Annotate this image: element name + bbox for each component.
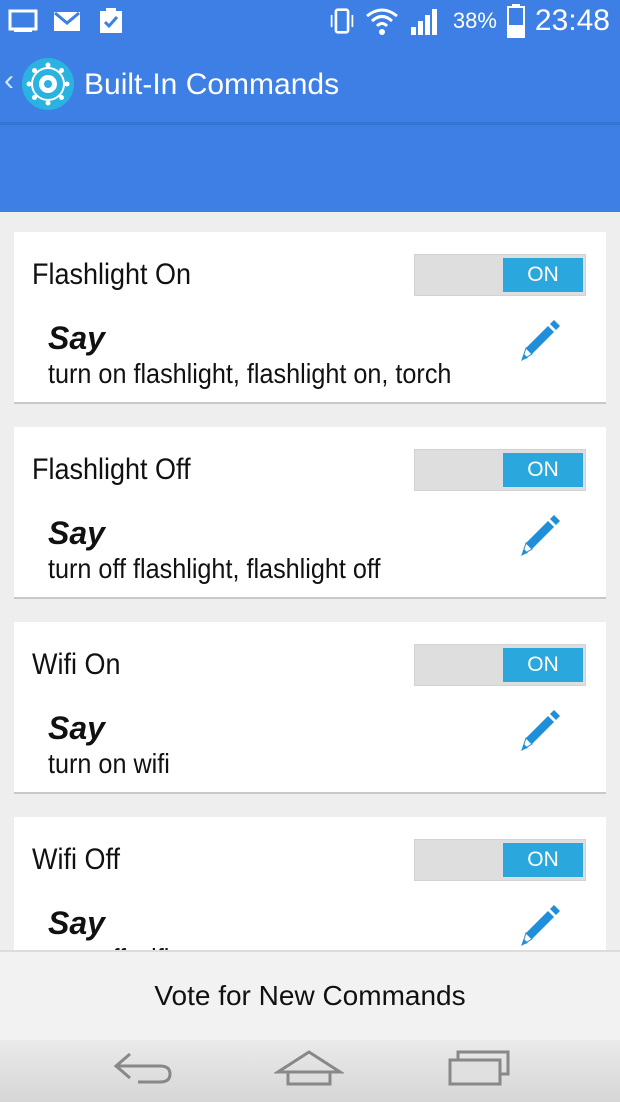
chevron-left-icon[interactable]: ‹ <box>4 66 14 96</box>
status-bar: 38% 23:48 <box>0 0 620 44</box>
say-row: Say turn on wifi <box>48 710 488 782</box>
command-toggle[interactable]: ON <box>414 644 586 686</box>
cast-icon <box>8 9 38 32</box>
toggle-on-label: ON <box>503 648 583 682</box>
command-toggle[interactable]: ON <box>414 839 586 881</box>
pencil-icon[interactable] <box>514 511 562 559</box>
say-phrases: turn on wifi <box>48 748 170 779</box>
vibrate-icon <box>330 8 354 34</box>
say-label: Say <box>48 320 105 356</box>
say-row: Say turn off wifi <box>48 905 488 950</box>
say-phrases: turn on flashlight, flashlight on, torch <box>48 358 452 389</box>
clock: 23:48 <box>534 4 610 37</box>
command-card-wifi-on: Wifi On ON Say turn on wifi <box>14 622 606 794</box>
say-row: Say turn on flashlight, flashlight on, t… <box>48 320 488 392</box>
command-card-wifi-off: Wifi Off ON Say turn off wifi <box>14 817 606 950</box>
say-label: Say <box>48 710 105 746</box>
command-toggle[interactable]: ON <box>414 449 586 491</box>
command-toggle[interactable]: ON <box>414 254 586 296</box>
toggle-on-label: ON <box>503 453 583 487</box>
system-nav-bar <box>0 1040 620 1102</box>
header-extension <box>0 125 620 212</box>
command-title: Wifi On <box>32 648 121 681</box>
say-row: Say turn off flashlight, flashlight off <box>48 515 488 587</box>
signal-icon <box>410 9 437 35</box>
command-card-flashlight-on: Flashlight On ON Say turn on flashlight,… <box>14 232 606 404</box>
command-title: Flashlight On <box>32 258 192 291</box>
vote-button[interactable]: Vote for New Commands <box>0 950 620 1040</box>
say-label: Say <box>48 515 105 551</box>
toggle-on-label: ON <box>503 843 583 877</box>
toggle-on-label: ON <box>503 258 583 292</box>
recents-icon[interactable] <box>444 1048 514 1088</box>
vote-label: Vote for New Commands <box>154 980 466 1011</box>
battery-percent: 38% <box>452 8 497 33</box>
home-icon[interactable] <box>274 1048 344 1088</box>
pencil-icon[interactable] <box>514 316 562 364</box>
command-title: Wifi Off <box>32 843 121 876</box>
command-card-flashlight-off: Flashlight Off ON Say turn off flashligh… <box>14 427 606 599</box>
pencil-icon[interactable] <box>514 706 562 754</box>
command-list[interactable]: Flashlight On ON Say turn on flashlight,… <box>0 212 620 950</box>
battery-icon <box>506 4 525 38</box>
gmail-icon <box>54 11 80 31</box>
app-logo-icon[interactable] <box>22 58 74 110</box>
back-icon[interactable] <box>108 1048 178 1088</box>
say-phrases: turn off flashlight, flashlight off <box>48 553 381 584</box>
say-phrases: turn off wifi <box>48 941 480 950</box>
clipboard-check-icon <box>100 8 122 33</box>
page-title: Built-In Commands <box>84 68 340 101</box>
wifi-icon <box>365 8 398 35</box>
action-bar: ‹ Built-In Commands <box>0 44 620 124</box>
say-label: Say <box>48 905 105 941</box>
command-title: Flashlight Off <box>32 453 191 486</box>
pencil-icon[interactable] <box>514 901 562 949</box>
